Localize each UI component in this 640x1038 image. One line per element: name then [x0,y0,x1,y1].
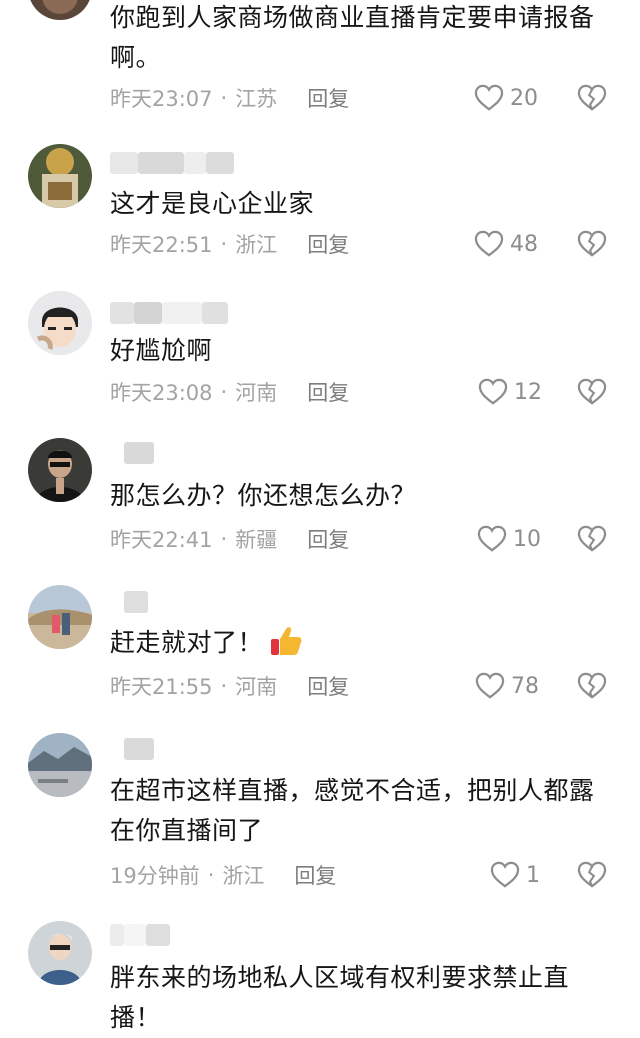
like-button[interactable]: 1 [490,859,540,891]
avatar[interactable] [28,733,92,797]
location: 浙江 [222,864,265,888]
comment-text: 胖东来的场地私人区域有权利要求禁止直 播！ [110,963,570,1032]
like-button[interactable]: 78 [475,670,539,702]
comment-text: 好尴尬啊 [110,336,213,365]
broken-heart-icon[interactable] [577,84,607,112]
username[interactable] [110,589,148,615]
like-button[interactable]: 20 [474,82,538,114]
comment-meta: 昨天23:07 · 江苏 回复 [110,82,349,114]
like-count: 10 [513,526,541,552]
timestamp: 19分钟前 [110,864,200,888]
like-count: 78 [511,673,539,699]
separator: · [220,674,228,698]
avatar[interactable] [28,0,92,20]
location: 河南 [235,675,278,699]
comment-meta: 昨天22:41 · 新疆 回复 [110,523,349,555]
like-count: 48 [510,231,538,257]
location: 浙江 [235,233,278,257]
like-button[interactable]: 10 [477,523,541,555]
comment-meta: 昨天22:51 · 浙江 回复 [110,228,349,260]
comment-text: 在超市这样直播，感觉不合适，把别人都露 在你直播间了 [110,776,595,845]
reply-button[interactable]: 回复 [307,83,349,113]
avatar[interactable] [28,144,92,208]
separator: · [220,380,228,404]
heart-outline-icon [478,378,508,405]
like-button[interactable]: 12 [478,376,542,408]
reply-button[interactable]: 回复 [307,377,349,407]
timestamp: 昨天22:41 [110,528,213,552]
comment-meta: 19分钟前 · 浙江 回复 [110,859,336,891]
like-count: 20 [510,85,538,111]
timestamp: 昨天22:51 [110,233,213,257]
broken-heart-icon[interactable] [577,525,607,553]
broken-heart-icon[interactable] [577,230,607,258]
broken-heart-icon[interactable] [577,378,607,406]
comment-text: 赶走就对了！ [110,623,620,663]
reply-button[interactable]: 回复 [307,229,349,259]
avatar[interactable] [28,585,92,649]
location: 江苏 [235,87,278,111]
location: 河南 [235,381,278,405]
timestamp: 昨天21:55 [110,675,213,699]
avatar[interactable] [28,438,92,502]
username[interactable] [110,922,170,948]
username[interactable] [110,300,228,326]
avatar[interactable] [28,921,92,985]
separator: · [220,86,228,110]
comment-meta: 昨天23:08 · 河南 回复 [110,376,349,408]
username[interactable] [110,440,154,466]
timestamp: 昨天23:08 [110,381,213,405]
heart-outline-icon [475,672,505,699]
comment-text: 那怎么办？你还想怎么办？ [110,481,417,510]
reply-button[interactable]: 回复 [294,860,336,890]
reply-button[interactable]: 回复 [307,524,349,554]
like-count: 12 [514,379,542,405]
heart-outline-icon [474,230,504,257]
heart-outline-icon [477,525,507,552]
location: 新疆 [235,528,278,552]
broken-heart-icon[interactable] [577,672,607,700]
heart-outline-icon [474,84,504,111]
username[interactable] [110,736,154,762]
avatar[interactable] [28,291,92,355]
thumbs-up-icon [271,627,302,655]
like-count: 1 [526,862,540,888]
reply-button[interactable]: 回复 [307,671,349,701]
like-button[interactable]: 48 [474,228,538,260]
comment-meta: 昨天21:55 · 河南 回复 [110,670,349,702]
comment-text: 你跑到人家商场做商业直播肯定要申请报备 啊。 [110,3,595,72]
separator: · [220,527,228,551]
separator: · [207,863,215,887]
separator: · [220,232,228,256]
broken-heart-icon[interactable] [577,861,607,889]
username[interactable] [110,150,234,176]
heart-outline-icon [490,861,520,888]
timestamp: 昨天23:07 [110,87,213,111]
comment-text: 这才是良心企业家 [110,189,315,218]
